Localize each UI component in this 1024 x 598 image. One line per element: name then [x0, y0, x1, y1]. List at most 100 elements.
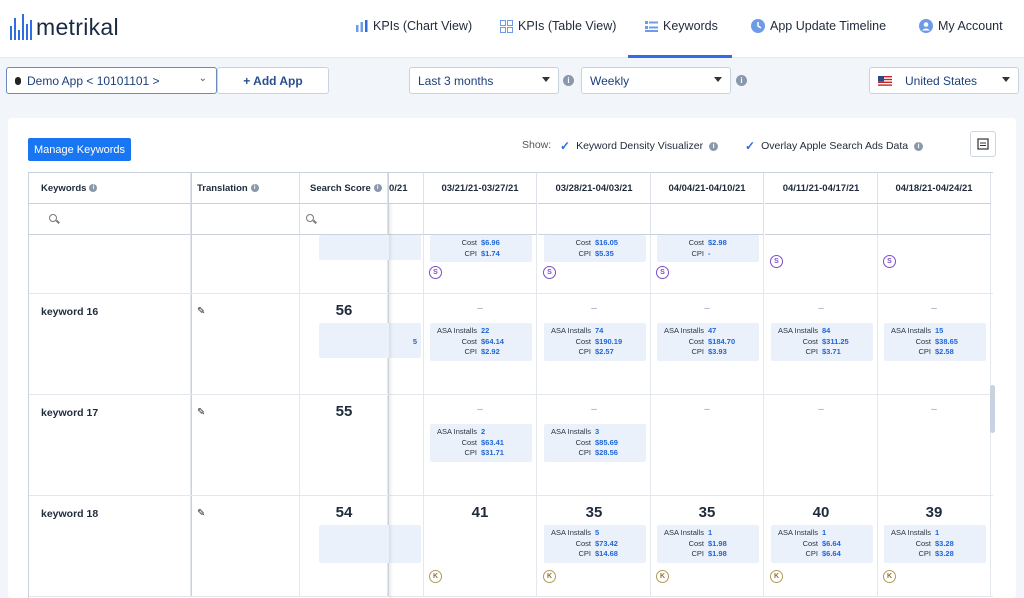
info-icon[interactable]: i [914, 141, 924, 151]
manage-keywords-button[interactable]: Manage Keywords [28, 138, 131, 161]
edit-pencil-icon[interactable]: ✎ [197, 508, 205, 519]
week-cell: S [765, 235, 878, 293]
nav-app-update-timeline-label: App Update Timeline [770, 19, 887, 33]
keyword-badge-icon[interactable]: K [429, 570, 442, 583]
info-icon[interactable]: i [373, 184, 382, 192]
asa-cost-value: $64.14 [481, 336, 504, 346]
asa-data-box: Cost $2.98 CPI - [657, 235, 759, 262]
asa-installs-value: 47 [708, 326, 717, 335]
add-app-button[interactable]: + Add App [217, 67, 329, 94]
country-select[interactable]: United States [869, 67, 1019, 94]
header-search-score-label: Search Score [310, 182, 371, 194]
keyword-badge-icon[interactable]: K [543, 570, 556, 583]
chevron-down-icon: ⌄ [198, 73, 207, 84]
asa-cpi-value: $1.74 [481, 248, 500, 258]
week-filter-cell [765, 204, 878, 235]
score-search-input[interactable] [300, 204, 388, 235]
add-app-label: + Add App [243, 73, 303, 88]
rank-value: 35 [698, 504, 716, 521]
granularity-select[interactable]: Weekly [581, 67, 731, 94]
search-icon [49, 214, 57, 222]
keyword-name[interactable]: keyword 17 [41, 407, 98, 419]
asa-data-box: ASA Installs 1 Cost $3.28 CPI $3.28 [884, 525, 986, 563]
nav-kpis-chart-view[interactable]: KPIs (Chart View) [356, 18, 472, 34]
keyword-search-input[interactable] [29, 204, 191, 235]
asa-data-box: ASA Installs 84 Cost $311.25 CPI $3.71 [771, 323, 873, 361]
asa-cpi-value: $31.71 [481, 448, 504, 457]
edit-pencil-icon[interactable]: ✎ [197, 306, 205, 317]
search-icon [306, 214, 314, 222]
header-week[interactable]: 03/28/21-04/03/21 [538, 173, 651, 204]
date-range-select[interactable]: Last 3 months [409, 67, 559, 94]
asa-cost-line: Cost $1.98 [661, 539, 755, 550]
keyword-name[interactable]: keyword 18 [41, 508, 98, 520]
asa-cpi-label: CPI [578, 448, 591, 457]
keyword-badge-icon[interactable]: K [770, 570, 783, 583]
header-week[interactable]: 03/21/21-03/27/21 [424, 173, 537, 204]
search-ads-badge-icon[interactable]: S [543, 266, 556, 279]
asa-cost-value: $2.98 [708, 238, 727, 247]
asa-data-box: Cost $16.05 CPI $5.35 [544, 235, 646, 262]
search-score-value: 55 [335, 403, 353, 420]
info-icon[interactable]: i [709, 141, 719, 151]
grid-icon [500, 19, 513, 33]
caret-down-icon [1002, 77, 1010, 82]
asa-cost-line: Cost $63.41 [434, 438, 528, 449]
table-scrollbar[interactable] [990, 385, 995, 433]
header-week[interactable]: 04/11/21-04/17/21 [765, 173, 878, 204]
header-week[interactable]: 04/18/21-04/24/21 [878, 173, 991, 204]
nav-app-update-timeline[interactable]: App Update Timeline [751, 18, 886, 34]
overlay-asa-checkbox[interactable]: ✓ Overlay Apple Search Ads Data i [745, 139, 924, 153]
granularity-value: Weekly [590, 73, 630, 88]
asa-installs-line: ASA Installs 1 [888, 528, 982, 539]
app-select[interactable]: Demo App < 10101101 > ⌄ [6, 67, 217, 94]
top-navigation-bar: metrikal KPIs (Chart View) KPIs (Table V… [0, 0, 1024, 58]
asa-cpi-line: CPI $5.35 [548, 249, 642, 260]
keyword-density-checkbox[interactable]: ✓ Keyword Density Visualizer i [560, 139, 719, 153]
info-icon[interactable]: i [563, 75, 574, 86]
search-ads-badge-icon[interactable]: S [656, 266, 669, 279]
translation-cell: ✎ [191, 395, 300, 495]
asa-cost-line: Cost $2.98 [661, 238, 755, 249]
info-icon[interactable]: i [736, 75, 747, 86]
keywords-table: Keywords i Translation i Search Score i … [28, 172, 993, 598]
asa-cpi-label: CPI [805, 347, 818, 356]
asa-cost-label: Cost [688, 336, 704, 346]
metrikal-logo[interactable]: metrikal [10, 12, 119, 40]
rank-empty: – [591, 404, 597, 415]
info-icon[interactable]: i [250, 184, 259, 192]
asa-cost-label: Cost [575, 538, 591, 548]
week-cell: – [765, 395, 878, 495]
asa-cpi-value: $28.56 [595, 448, 618, 457]
asa-installs-label: ASA Installs [663, 528, 704, 537]
asa-cpi-label: CPI [691, 248, 704, 258]
export-button[interactable] [970, 131, 996, 157]
edit-pencil-icon[interactable]: ✎ [197, 407, 205, 418]
translation-cell: ✎ [191, 294, 300, 394]
nav-keywords[interactable]: Keywords [645, 18, 718, 34]
nav-my-account[interactable]: My Account [919, 18, 1003, 34]
nav-kpis-table-view[interactable]: KPIs (Table View) [500, 18, 616, 34]
header-search-score[interactable]: Search Score i [300, 173, 388, 204]
table-row: keyword 16 ✎ 56 5– ASA Installs 22 Cost $64.14 C… [29, 294, 993, 395]
keyword-badge-icon[interactable]: K [656, 570, 669, 583]
search-ads-badge-icon[interactable]: S [429, 266, 442, 279]
checkmark-icon: ✓ [745, 139, 756, 153]
search-ads-badge-icon[interactable]: S [883, 255, 896, 268]
keyword-badge-icon[interactable]: K [883, 570, 896, 583]
search-ads-badge-icon[interactable]: S [770, 255, 783, 268]
week-cell: S [878, 235, 991, 293]
header-week[interactable]: 04/04/21-04/10/21 [651, 173, 764, 204]
asa-cost-line: Cost $190.19 [548, 337, 642, 348]
table-row: Cost $6.96 CPI $1.74 S Cost $16.05 CPI $5.35 S Cos… [29, 235, 993, 294]
nav-kpis-table-view-label: KPIs (Table View) [518, 19, 617, 33]
keyword-name[interactable]: keyword 16 [41, 306, 98, 318]
asa-cpi-value: $2.92 [481, 347, 500, 356]
asa-cost-line: Cost $64.14 [434, 337, 528, 348]
asa-data-box: ASA Installs 2 Cost $63.41 CPI $31.71 [430, 424, 532, 462]
asa-cost-label: Cost [802, 336, 818, 346]
translation-filter-cell [191, 204, 300, 235]
user-icon [919, 19, 933, 33]
asa-cost-line: Cost $311.25 [775, 337, 869, 348]
country-value: United States [905, 73, 978, 88]
